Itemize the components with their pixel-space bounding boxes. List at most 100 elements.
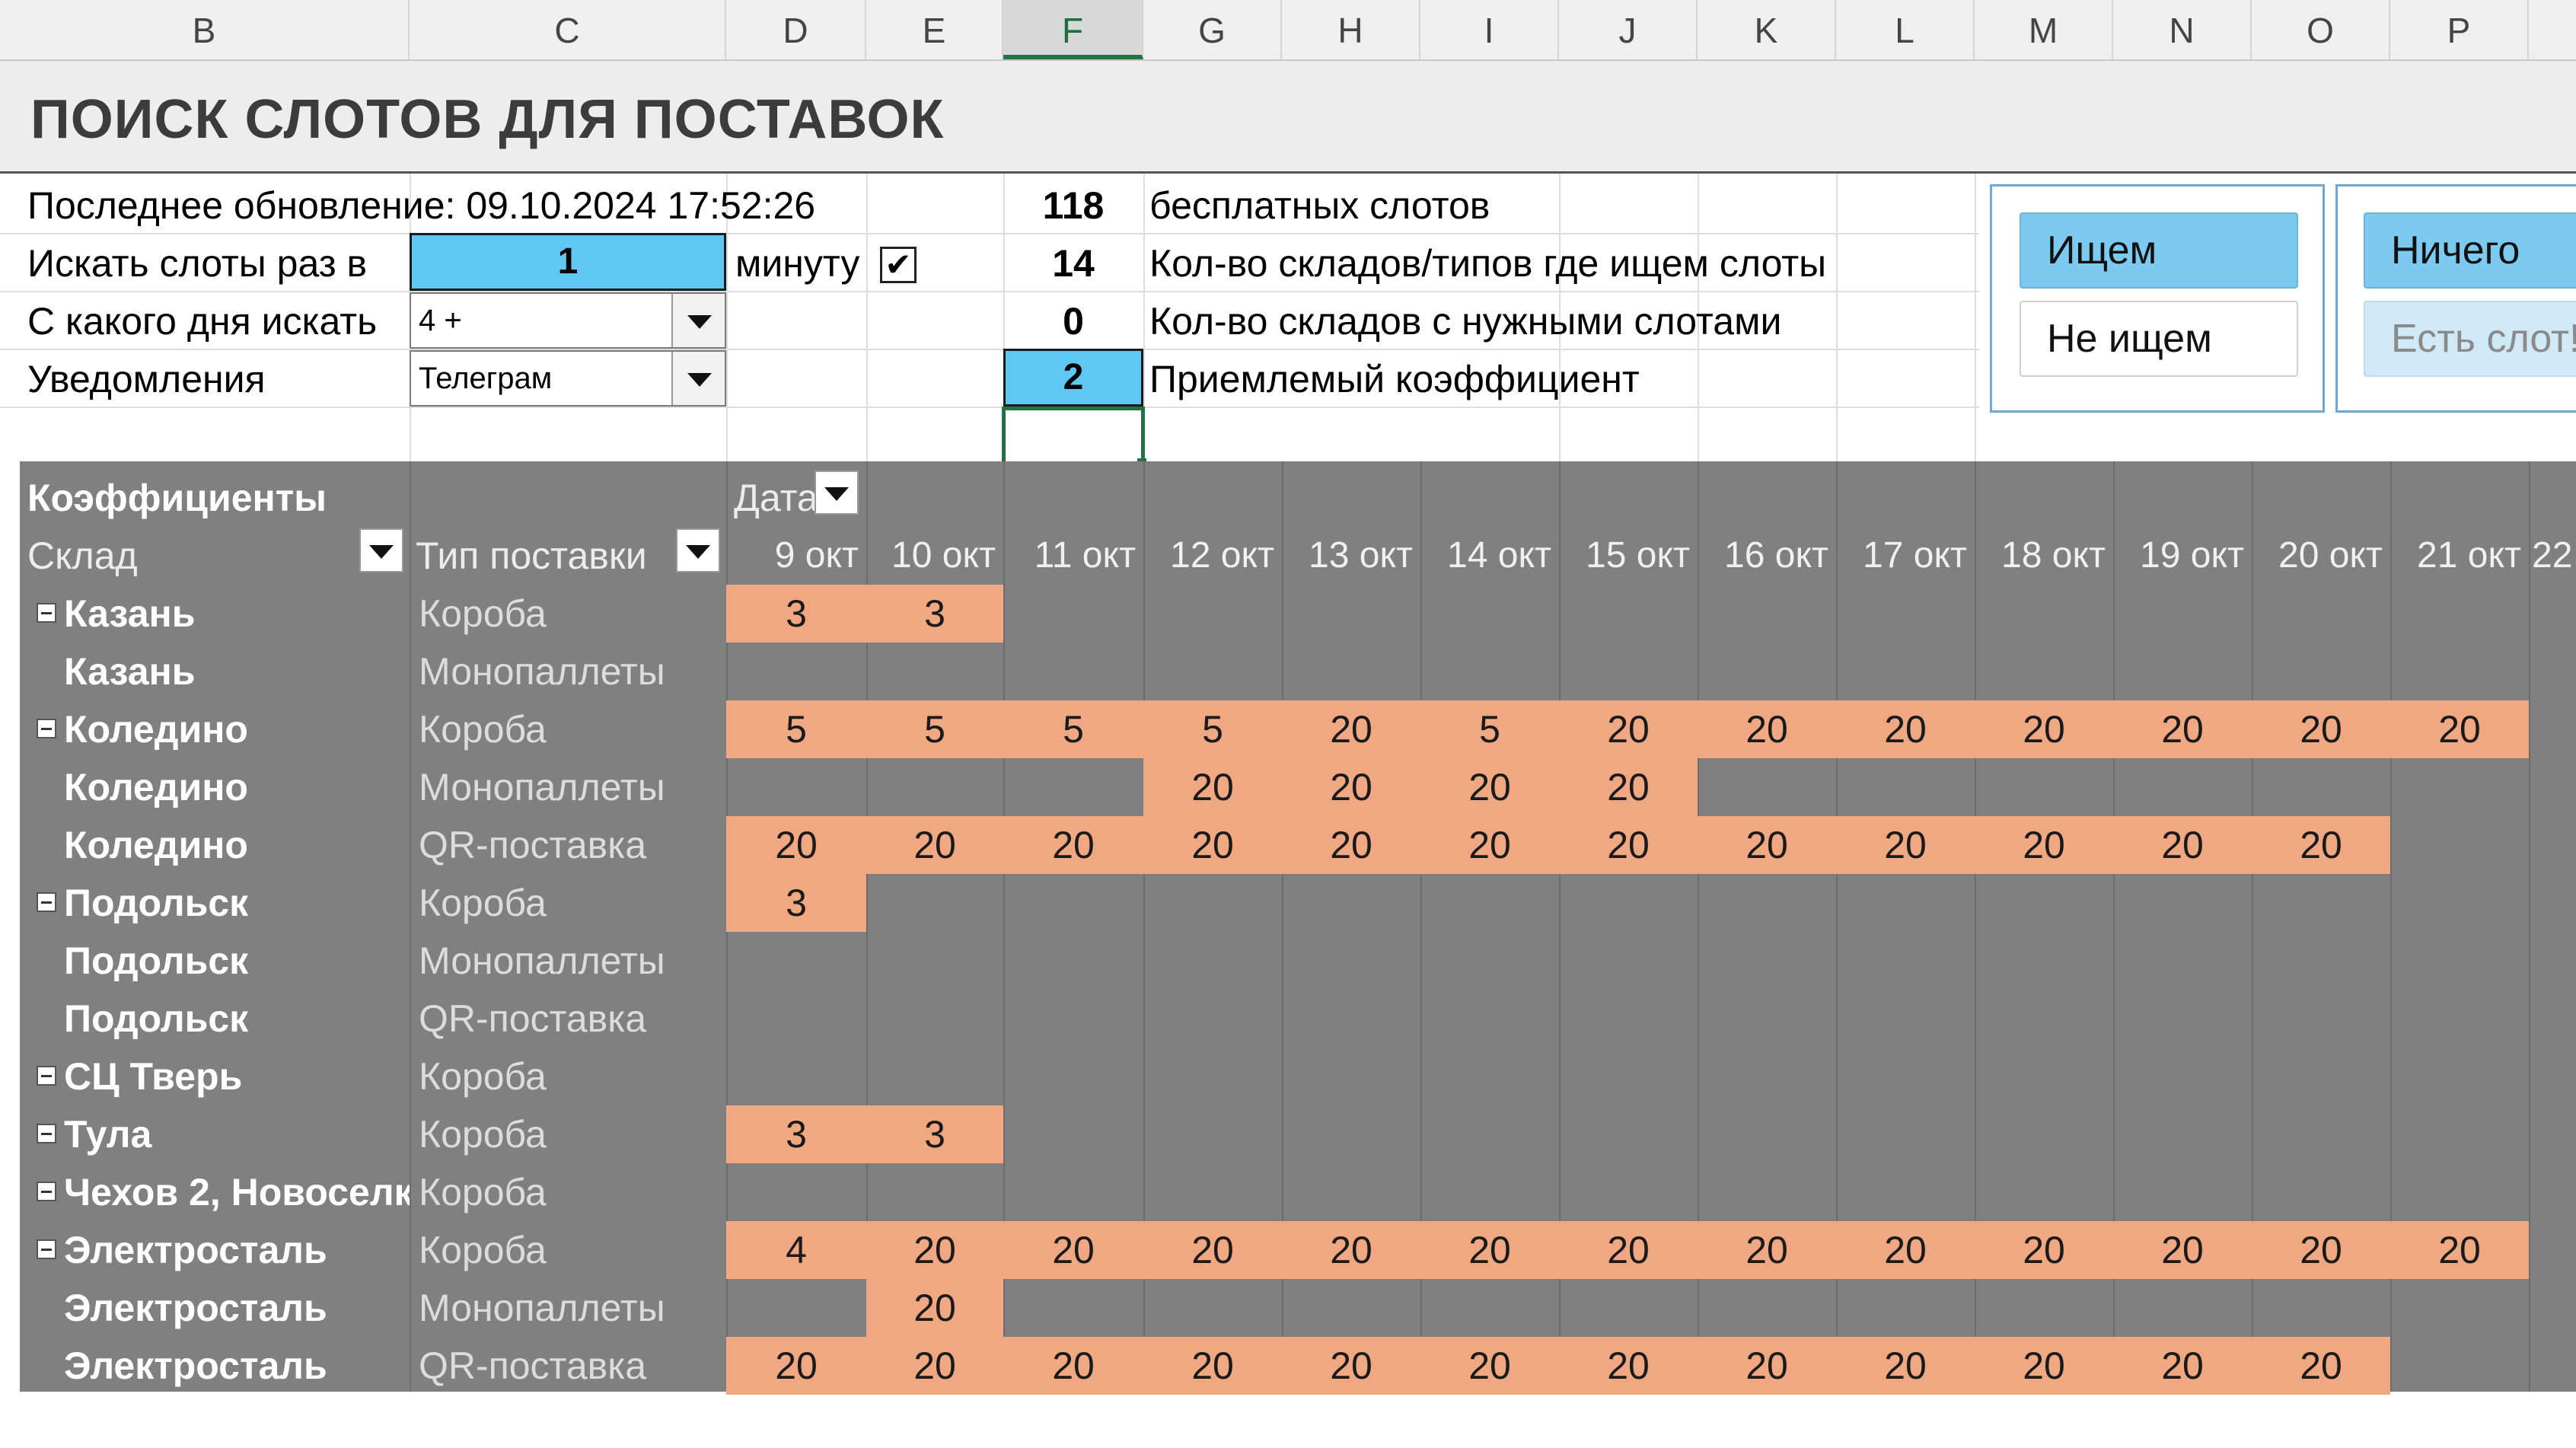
coefficient-cell[interactable]: 20 (1143, 816, 1282, 874)
coefficient-cell[interactable]: 20 (1698, 700, 1836, 758)
coefficient-cell[interactable]: 5 (866, 700, 1003, 758)
warehouse-filter-button[interactable] (359, 528, 403, 573)
coefficient-cell[interactable]: 20 (866, 1221, 1003, 1279)
coefficient-cell[interactable]: 20 (1559, 1337, 1698, 1395)
column-header-j[interactable]: J (1559, 0, 1698, 59)
coefficient-cell[interactable]: 20 (1559, 816, 1698, 874)
coef-input[interactable]: 2 (1003, 349, 1143, 407)
coefficient-cell[interactable]: 20 (1559, 700, 1698, 758)
coefficient-cell[interactable]: 20 (1559, 1221, 1698, 1279)
notify-dropdown-button[interactable] (671, 352, 725, 405)
coefficient-cell[interactable]: 5 (1420, 700, 1559, 758)
collapse-icon[interactable] (37, 1182, 56, 1201)
column-header-b[interactable]: B (0, 0, 410, 59)
coefficient-cell[interactable]: 20 (1836, 1337, 1975, 1395)
column-header-h[interactable]: H (1282, 0, 1420, 59)
collapse-icon[interactable] (37, 1124, 56, 1143)
coefficient-cell[interactable]: 20 (1559, 758, 1698, 816)
coefficient-cell[interactable]: 20 (1003, 816, 1143, 874)
coefficient-cell[interactable]: 20 (1420, 758, 1559, 816)
coefficient-cell[interactable]: 20 (1836, 816, 1975, 874)
type-filter-button[interactable] (676, 528, 720, 573)
column-header-o[interactable]: O (2252, 0, 2390, 59)
coefficient-cell[interactable]: 20 (1282, 700, 1420, 758)
coefficient-cell[interactable]: 20 (1282, 816, 1420, 874)
coefficient-cell[interactable]: 20 (1143, 758, 1282, 816)
collapse-icon[interactable] (37, 892, 56, 912)
coefficient-cell[interactable]: 5 (1003, 700, 1143, 758)
start-day-dropdown-button[interactable] (671, 294, 725, 347)
coefficient-cell[interactable]: 20 (1003, 1337, 1143, 1395)
coefficient-cell[interactable]: 20 (2252, 1221, 2390, 1279)
coefficient-cell[interactable]: 20 (2113, 1221, 2252, 1279)
column-header-e[interactable]: E (866, 0, 1003, 59)
coefficient-cell[interactable]: 20 (1282, 758, 1420, 816)
column-header-k[interactable]: K (1698, 0, 1836, 59)
coefficient-cell[interactable]: 20 (2390, 1221, 2529, 1279)
interval-checkbox[interactable]: ✔ (880, 247, 917, 283)
coefficient-cell[interactable]: 20 (1143, 1221, 1282, 1279)
column-header-d[interactable]: D (726, 0, 866, 59)
coefficient-cell[interactable]: 20 (1420, 1337, 1559, 1395)
coefficient-cell[interactable]: 20 (1975, 816, 2113, 874)
coefficient-cell[interactable]: 20 (2113, 1337, 2252, 1395)
coefficient-cell[interactable]: 3 (866, 1105, 1003, 1163)
slicer-slot-found-button[interactable]: Есть слот! (2364, 301, 2576, 377)
coefficient-cell[interactable]: 20 (1420, 1221, 1559, 1279)
column-header-c[interactable]: C (410, 0, 726, 59)
slicer-slot-nothing-button[interactable]: Ничего (2364, 212, 2576, 289)
column-header-l[interactable]: L (1836, 0, 1975, 59)
coefficient-cell[interactable]: 20 (1836, 700, 1975, 758)
active-cell[interactable] (1002, 407, 1145, 466)
collapse-icon[interactable] (37, 603, 56, 623)
coefficient-cell[interactable]: 20 (2113, 700, 2252, 758)
row-warehouse: Коледино (64, 708, 248, 751)
slicer-search-on-button[interactable]: Ищем (2020, 212, 2298, 289)
coefficient-cell[interactable]: 20 (726, 1337, 866, 1395)
column-header-f[interactable]: F (1003, 0, 1143, 59)
collapse-icon[interactable] (37, 1239, 56, 1259)
coefficient-cell[interactable]: 20 (1282, 1337, 1420, 1395)
coefficient-cell[interactable]: 20 (1698, 1337, 1836, 1395)
coefficient-cell[interactable]: 20 (1003, 1221, 1143, 1279)
interval-input[interactable]: 1 (410, 233, 726, 291)
coefficient-cell[interactable]: 20 (1975, 1221, 2113, 1279)
coefficient-cell[interactable]: 20 (1420, 816, 1559, 874)
coefficient-cell[interactable]: 20 (1975, 700, 2113, 758)
notify-dropdown[interactable]: Телеграм (410, 350, 726, 407)
coefficient-cell[interactable]: 20 (2390, 700, 2529, 758)
slicer-search-off-button[interactable]: Не ищем (2020, 301, 2298, 377)
coefficient-cell[interactable]: 20 (866, 1337, 1003, 1395)
date-filter-button[interactable] (815, 470, 859, 515)
coefficient-cell[interactable]: 20 (2113, 816, 2252, 874)
column-header-m[interactable]: M (1975, 0, 2113, 59)
coefficient-cell[interactable]: 20 (866, 1279, 1003, 1337)
column-header-i[interactable]: I (1420, 0, 1559, 59)
start-day-dropdown[interactable]: 4 + (410, 292, 726, 349)
coefficient-cell[interactable]: 20 (1836, 1221, 1975, 1279)
coefficient-cell[interactable]: 3 (726, 1105, 866, 1163)
row-warehouse: Электросталь (64, 1344, 327, 1387)
coefficient-cell[interactable]: 5 (726, 700, 866, 758)
column-header-g[interactable]: G (1143, 0, 1282, 59)
coefficient-cell[interactable]: 20 (1282, 1221, 1420, 1279)
coefficient-cell[interactable]: 20 (1698, 816, 1836, 874)
collapse-icon[interactable] (37, 1066, 56, 1086)
coefficient-cell[interactable]: 20 (726, 816, 866, 874)
coefficient-cell[interactable]: 20 (1143, 1337, 1282, 1395)
coefficient-cell[interactable]: 5 (1143, 700, 1282, 758)
coefficient-cell[interactable]: 20 (866, 816, 1003, 874)
collapse-icon[interactable] (37, 719, 56, 738)
column-header-p[interactable]: P (2390, 0, 2529, 59)
coefficient-cell[interactable]: 20 (1975, 1337, 2113, 1395)
coefficient-cell[interactable]: 20 (2252, 700, 2390, 758)
coefficient-cell[interactable]: 20 (2252, 1337, 2390, 1395)
coefficient-cell[interactable]: 4 (726, 1221, 866, 1279)
column-header-n[interactable]: N (2113, 0, 2252, 59)
coefficient-cell[interactable]: 3 (726, 585, 866, 643)
coefficient-cell[interactable]: 20 (1698, 1221, 1836, 1279)
coefficient-cell[interactable]: 20 (2252, 816, 2390, 874)
coefficient-cell[interactable]: 3 (726, 874, 866, 932)
row-warehouse: СЦ Тверь (64, 1055, 243, 1098)
coefficient-cell[interactable]: 3 (866, 585, 1003, 643)
